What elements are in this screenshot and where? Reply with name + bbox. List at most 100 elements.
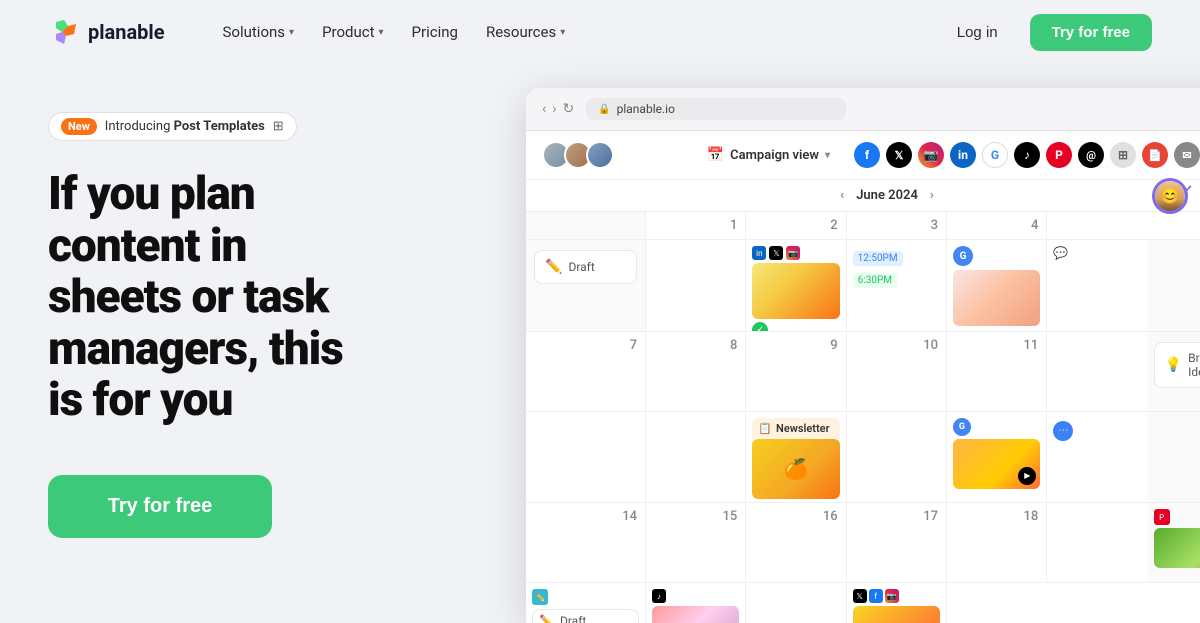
draft-dot-icon: ✏️ — [545, 259, 562, 275]
browser-window: ‹ › ↻ 🔒 planable.io — [526, 88, 1200, 623]
week3-row-label: P — [1148, 503, 1200, 583]
lock-icon: 🔒 — [598, 104, 610, 115]
day15-cell: ✏️ ✏️ Draft — [526, 583, 646, 623]
day14-header: 14 — [526, 503, 646, 583]
day3-time2: 6:30PM — [853, 273, 897, 288]
hero-section: New Introducing Post Templates ⊞ If you … — [48, 88, 478, 623]
try-free-nav-button[interactable]: Try for free — [1030, 14, 1152, 51]
linkedin-icon[interactable]: in — [950, 142, 976, 168]
twitter-x-icon[interactable]: 𝕏 — [886, 142, 912, 168]
day18-ig-badge: 📷 — [885, 589, 899, 603]
nav-links: Solutions ▾ Product ▾ Pricing Resources … — [213, 17, 576, 47]
day5-empty: 💬 — [1047, 240, 1147, 332]
day11-g-badge: G — [953, 418, 971, 436]
google-icon[interactable]: G — [982, 142, 1008, 168]
day16-post-image — [652, 606, 739, 623]
nav-pricing[interactable]: Pricing — [402, 17, 468, 47]
nav-solutions[interactable]: Solutions ▾ — [213, 17, 305, 47]
calendar-header: ‹ June 2024 › ↙ 😊 — [526, 180, 1200, 212]
badge-new-label: New — [61, 118, 97, 135]
facebook-icon[interactable]: f — [854, 142, 880, 168]
day19-partial — [947, 583, 1047, 623]
feature-badge[interactable]: New Introducing Post Templates ⊞ — [48, 112, 297, 141]
product-chevron-icon: ▾ — [379, 27, 384, 38]
nav-resources[interactable]: Resources ▾ — [476, 17, 575, 47]
day2-header: 2 — [746, 212, 846, 240]
try-free-hero-button[interactable]: Try for free — [48, 475, 272, 538]
browser-bar: ‹ › ↻ 🔒 planable.io — [526, 88, 1200, 131]
current-month-label: June 2024 — [856, 188, 918, 203]
day18-social-badges: 𝕏 f 📷 — [853, 589, 940, 603]
solutions-chevron-icon: ▾ — [289, 27, 294, 38]
browser-url-bar[interactable]: 🔒 planable.io — [586, 98, 846, 120]
resources-chevron-icon: ▾ — [560, 27, 565, 38]
week2-row-label: 💡 Brief & Ideas — [1148, 332, 1200, 412]
navigation: planable Solutions ▾ Product ▾ Pricing R… — [0, 0, 1200, 64]
tiktok-icon[interactable]: ♪ — [1014, 142, 1040, 168]
toolbar-avatars — [542, 141, 614, 169]
calendar-grid: 1 2 3 4 ✏️ Draft — [526, 212, 1200, 623]
day16-social-badges: ♪ — [652, 589, 739, 603]
user-face: 😊 — [1155, 181, 1185, 211]
day12-header — [1047, 332, 1147, 412]
day3-header: 3 — [847, 212, 947, 240]
browser-back-icon[interactable]: ‹ — [542, 101, 546, 117]
more-social-icon[interactable]: ⊞ — [1110, 142, 1136, 168]
hero-title: If you plan content in sheets or task ma… — [48, 169, 478, 427]
day7-header: 7 — [526, 332, 646, 412]
campaign-view-button[interactable]: 📅 Campaign view ▾ — [707, 147, 830, 163]
document-icon[interactable]: 📄 — [1142, 142, 1168, 168]
day15-header: 15 — [646, 503, 746, 583]
day14-pi-badge: P — [1154, 509, 1170, 525]
newsletter-image: 🍊 — [752, 439, 839, 499]
campaign-view-chevron-icon: ▾ — [825, 150, 830, 161]
template-icon: ⊞ — [273, 119, 284, 134]
nav-product[interactable]: Product ▾ — [312, 17, 393, 47]
newsletter-label: Newsletter — [776, 422, 830, 435]
brief-card[interactable]: 💡 Brief & Ideas — [1154, 342, 1200, 388]
browser-forward-icon[interactable]: › — [552, 101, 556, 117]
day8-header: 8 — [646, 332, 746, 412]
day11-cell: G ▶ — [947, 412, 1047, 504]
avatar-3 — [586, 141, 614, 169]
day6-header — [1148, 212, 1200, 240]
instagram-icon[interactable]: 📷 — [918, 142, 944, 168]
login-button[interactable]: Log in — [941, 16, 1014, 49]
draft-card-week1[interactable]: ✏️ Draft — [534, 250, 637, 284]
day1-header: 1 — [646, 212, 746, 240]
threads-icon[interactable]: @ — [1078, 142, 1104, 168]
ig-badge: 📷 — [786, 246, 800, 260]
logo[interactable]: planable — [48, 16, 165, 48]
day16-cell: ♪ — [646, 583, 746, 623]
day15-draft-label: Draft — [560, 614, 586, 623]
day2-social-badges: in 𝕏 📷 — [752, 246, 839, 260]
day2-check: ✓ — [752, 322, 768, 332]
nav-right: Log in Try for free — [941, 14, 1152, 51]
prev-month-button[interactable]: ‹ — [840, 188, 844, 203]
day8-cell — [646, 412, 746, 504]
day17-cell — [746, 583, 846, 623]
day9-cell: 📋 Newsletter 🍊 — [746, 412, 846, 504]
day4-post-image — [953, 270, 1040, 326]
day15-draft[interactable]: ✏️ Draft — [532, 609, 639, 623]
day16-header: 16 — [746, 503, 846, 583]
pinterest-icon[interactable]: P — [1046, 142, 1072, 168]
day4-cell: G — [947, 240, 1047, 332]
overflow-indicator: ⋯ — [1053, 421, 1073, 441]
day18-header: 18 — [947, 503, 1047, 583]
day12-partial: ⋯ — [1047, 412, 1147, 504]
day18-fb-badge: f — [869, 589, 883, 603]
brief-dot-icon: 💡 — [1165, 357, 1182, 373]
day18-x-badge: 𝕏 — [853, 589, 867, 603]
browser-refresh-icon[interactable]: ↻ — [562, 101, 574, 117]
day15-social-badges: ✏️ — [532, 589, 639, 605]
day5-header — [1047, 212, 1147, 240]
newsletter-card[interactable]: 📋 Newsletter 🍊 — [752, 418, 839, 499]
draft-label: Draft — [568, 260, 594, 274]
next-month-button[interactable]: › — [930, 188, 934, 203]
badge-intro-text: Introducing Post Templates — [105, 119, 265, 134]
day4-header: 4 — [947, 212, 1047, 240]
week3-label-header — [1148, 412, 1200, 504]
mail-icon[interactable]: ✉ — [1174, 142, 1200, 168]
day10-header: 10 — [847, 332, 947, 412]
